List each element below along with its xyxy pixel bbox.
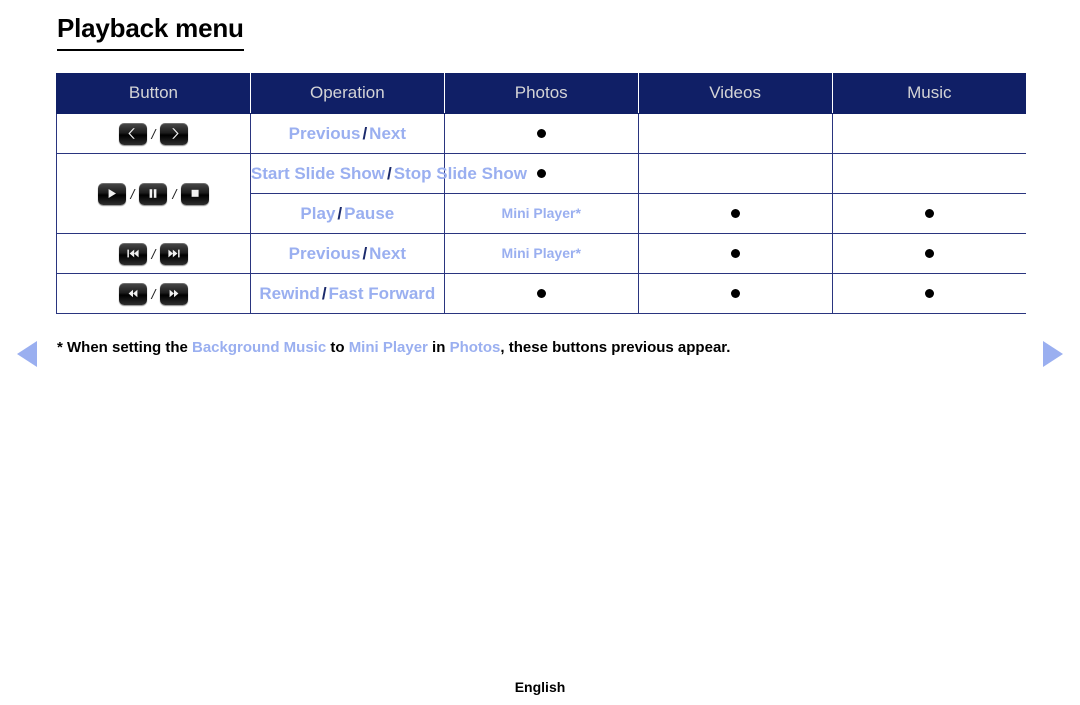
operation-text: Play / Pause (300, 204, 394, 223)
previous-page-arrow-icon[interactable] (17, 341, 37, 367)
rewind-icon[interactable] (118, 282, 147, 305)
operation-right: Next (369, 123, 407, 143)
next-page-arrow-icon[interactable] (1043, 341, 1063, 367)
stop-icon[interactable] (181, 182, 210, 205)
column-header-videos: Videos (637, 72, 833, 114)
support-dot (730, 288, 740, 298)
play-icon[interactable] (97, 182, 126, 205)
operation-cell: Previous / Next (249, 233, 445, 274)
column-header-music: Music (831, 72, 1026, 114)
table-row: / Previous / Next (56, 113, 1026, 154)
videos-cell (637, 193, 833, 234)
button-separator: / (151, 125, 156, 142)
operation-cell: Rewind / Fast Forward (249, 273, 445, 314)
support-dot (924, 288, 934, 298)
music-cell (831, 113, 1026, 154)
column-header-operation: Operation (249, 72, 445, 114)
photos-cell: Mini Player* (443, 193, 639, 234)
button-cell-play-pause-stop: / / (56, 153, 251, 234)
operation-cell: Previous / Next (249, 113, 445, 154)
button-separator: / (151, 245, 156, 262)
operation-cell: Play / Pause (249, 193, 445, 234)
column-header-photos: Photos (443, 72, 639, 114)
button-separator: / (151, 285, 156, 302)
mini-player-note: Mini Player* (501, 204, 581, 221)
support-dot (730, 248, 740, 258)
skip-previous-icon[interactable] (118, 242, 147, 265)
footnote-part2: to (326, 339, 349, 356)
chevron-left-icon[interactable] (118, 122, 147, 145)
operation-right: Pause (344, 203, 395, 223)
button-group: / / (57, 182, 250, 205)
table-row: / / Start Slide Show / Stop Slide Show (56, 153, 1026, 234)
operation-right: Next (369, 243, 407, 263)
footnote-part1: * When setting the (57, 339, 192, 356)
music-cell (831, 233, 1026, 274)
footnote-link-photos: Photos (449, 339, 501, 356)
button-group: / (57, 122, 250, 145)
button-group: / (57, 242, 250, 265)
music-cell (831, 273, 1026, 314)
footnote-part4: , these buttons previous appear. (500, 339, 731, 356)
music-cell (831, 193, 1026, 234)
operation-left: Play (300, 203, 336, 223)
table-header-row: Button Operation Photos Videos Music (56, 72, 1026, 114)
operation-separator: / (321, 283, 327, 303)
operation-text: Previous / Next (289, 244, 406, 263)
photos-cell (443, 273, 639, 314)
footnote: * When setting the Background Music to M… (57, 339, 730, 356)
table-header: Button Operation Photos Videos Music (56, 72, 1026, 114)
footnote-link-mini-player: Mini Player (348, 339, 428, 356)
operation-left: Rewind (259, 283, 320, 303)
table-row: / Previous / Next Mini Player* (56, 233, 1026, 274)
button-cell-previous-next: / (56, 113, 251, 154)
support-dot (730, 208, 740, 218)
button-separator: / (172, 185, 177, 202)
videos-cell (637, 233, 833, 274)
operation-separator: / (337, 203, 343, 223)
table-body: / Previous / Next / / Start Slide Show /… (56, 113, 1026, 314)
operation-left: Previous (288, 123, 361, 143)
music-cell (831, 153, 1026, 194)
footer-language-label: English (514, 679, 566, 695)
playback-menu-table: Button Operation Photos Videos Music / P… (56, 72, 1026, 314)
fast-forward-icon[interactable] (160, 282, 189, 305)
mini-player-note: Mini Player* (501, 244, 581, 261)
footnote-part3: in (427, 339, 450, 356)
button-separator: / (130, 185, 135, 202)
pause-icon[interactable] (139, 182, 168, 205)
videos-cell (637, 273, 833, 314)
operation-left: Start Slide Show (250, 163, 386, 183)
support-dot (536, 288, 546, 298)
column-header-button: Button (56, 72, 251, 114)
footnote-link-background-music: Background Music (192, 339, 327, 356)
button-cell-skip-previous-next: / (56, 233, 251, 274)
operation-right: Fast Forward (328, 283, 436, 303)
button-cell-rewind-fast-forward: / (56, 273, 251, 314)
photos-cell (443, 113, 639, 154)
videos-cell (637, 153, 833, 194)
operation-left: Previous (288, 243, 361, 263)
operation-text: Start Slide Show / Stop Slide Show (251, 164, 527, 183)
operation-text: Previous / Next (289, 124, 406, 143)
videos-cell (637, 113, 833, 154)
support-dot (536, 128, 546, 138)
chevron-right-icon[interactable] (160, 122, 189, 145)
support-dot (536, 168, 546, 178)
operation-separator: / (362, 243, 368, 263)
skip-next-icon[interactable] (160, 242, 189, 265)
support-dot (924, 208, 934, 218)
button-group: / (57, 282, 250, 305)
operation-separator: / (362, 123, 368, 143)
support-dot (924, 248, 934, 258)
page-title: Playback menu (57, 14, 244, 51)
operation-text: Rewind / Fast Forward (259, 284, 435, 303)
operation-right: Stop Slide Show (393, 163, 527, 183)
table-row: / Rewind / Fast Forward (56, 273, 1026, 314)
operation-separator: / (387, 163, 392, 183)
photos-cell: Mini Player* (443, 233, 639, 274)
operation-cell: Start Slide Show / Stop Slide Show (249, 153, 527, 194)
